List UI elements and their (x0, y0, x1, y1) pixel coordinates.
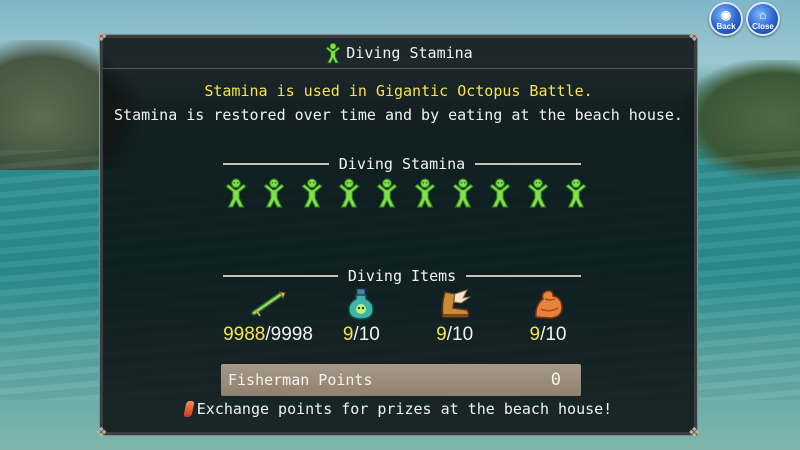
dialog-title-bar: Diving Stamina (103, 38, 694, 69)
dialog-title: Diving Stamina (346, 44, 473, 62)
items-section-label: Diving Items (347, 267, 457, 285)
back-button[interactable]: ◉ Back (709, 2, 743, 36)
item-harpoon: 9988/9998 (223, 286, 313, 356)
diving-items-list: 9988/9998 9/10 9/10 9/10 (223, 286, 593, 356)
boot-count: 9/10 (436, 324, 474, 345)
potion-bottle-icon (346, 286, 376, 322)
exchange-hint-text: Exchange points for prizes at the beach … (196, 400, 613, 418)
close-button[interactable]: ⌂ Close (746, 2, 780, 36)
divider (475, 163, 581, 165)
points-value: 0 (550, 370, 561, 390)
stamina-figure-icon (336, 177, 362, 209)
stamina-figure-icon (563, 177, 589, 209)
stamina-section-label: Diving Stamina (338, 155, 466, 173)
stamina-figure-icon (261, 177, 287, 209)
items-section-header: Diving Items (223, 267, 581, 285)
exchange-hint: Exchange points for prizes at the beach … (103, 400, 694, 418)
divider (223, 275, 338, 277)
item-muscle: 9/10 (503, 286, 593, 356)
muscle-count: 9/10 (529, 324, 567, 345)
stamina-figure-icon (450, 177, 476, 209)
stamina-meter (223, 175, 589, 211)
back-label: Back (716, 22, 736, 31)
divider (466, 275, 581, 277)
item-boot: 9/10 (410, 286, 500, 356)
ticket-icon (183, 401, 195, 417)
stamina-figure-icon (487, 177, 513, 209)
stamina-figure-icon (374, 177, 400, 209)
stamina-figure-icon (525, 177, 551, 209)
harpoon-count: 9988/9998 (223, 324, 313, 345)
close-label: Close (752, 22, 774, 31)
stamina-figure-icon (412, 177, 438, 209)
corner-ornament-icon: ❖ (95, 425, 108, 441)
harpoon-icon (250, 286, 286, 322)
item-potion: 9/10 (316, 286, 406, 356)
points-label: Fisherman Points (228, 371, 373, 389)
stamina-restore-message: Stamina is restored over time and by eat… (114, 106, 683, 124)
stamina-figure-icon (299, 177, 325, 209)
fisherman-points-bar: Fisherman Points 0 (221, 364, 581, 396)
muscle-arm-icon (531, 286, 565, 322)
stamina-section-header: Diving Stamina (223, 155, 581, 173)
house-icon: ⌂ (759, 8, 767, 22)
boot-icon (437, 286, 473, 322)
divider (223, 163, 329, 165)
mouse-icon: ◉ (720, 8, 732, 22)
stamina-figure-icon (324, 42, 342, 64)
stamina-usage-message: Stamina is used in Gigantic Octopus Batt… (204, 82, 593, 100)
corner-ornament-icon: ❖ (688, 425, 701, 441)
diving-stamina-dialog: ❖ ❖ ❖ ❖ Diving Stamina Stamina is used i… (95, 30, 701, 440)
potion-count: 9/10 (342, 324, 380, 345)
stamina-figure-icon (223, 177, 249, 209)
